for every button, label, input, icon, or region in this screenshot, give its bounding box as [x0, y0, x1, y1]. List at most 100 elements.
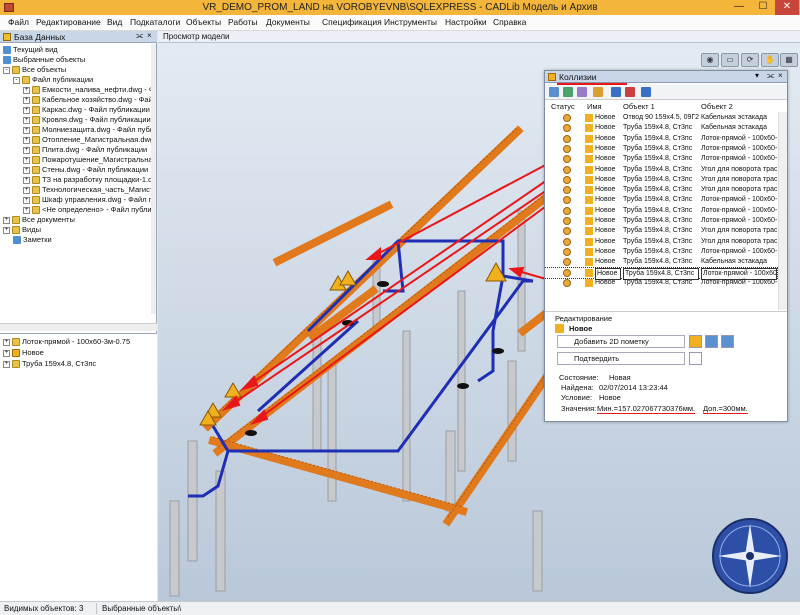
collision-row[interactable]: Новое Труба 159x4.8, Ст3пс Угол для поворо…	[545, 165, 777, 175]
close-button[interactable]: ✕	[775, 0, 799, 15]
tree-item[interactable]: - Все объекты	[3, 65, 66, 75]
expand-icon[interactable]: +	[3, 338, 10, 346]
tree-item[interactable]: + Емкости_налива_нефти.dwg - Фа	[23, 85, 152, 95]
expand-icon[interactable]: +	[23, 186, 30, 194]
expand-icon[interactable]: +	[3, 349, 10, 357]
expand-icon[interactable]: +	[23, 166, 30, 174]
add-2d-markup-dropdown[interactable]: Добавить 2D пометку	[557, 335, 685, 348]
expand-icon[interactable]: +	[3, 226, 10, 234]
confirm-dropdown[interactable]: Подтвердить	[557, 352, 685, 365]
comment-icon[interactable]	[689, 352, 702, 365]
collision-row[interactable]: Новое Труба 159x4.8, Ст3пс Угол для поворо…	[545, 226, 777, 236]
arrow-left-icon[interactable]	[611, 87, 621, 97]
menu-tools[interactable]: Инструменты	[384, 17, 437, 27]
table-scrollbar[interactable]	[778, 112, 787, 310]
new-check-icon[interactable]	[549, 87, 559, 97]
collision-row[interactable]: Новое Труба 159x4.8, Ст3пс Лоток-прямой - …	[545, 195, 777, 205]
expand-icon[interactable]: +	[23, 146, 30, 154]
collision-row[interactable]: Новое Труба 159x4.8, Ст3пс Лоток-прямой - …	[545, 266, 778, 280]
tree-item[interactable]: + Плита.dwg - Файл публикации	[23, 145, 147, 155]
tree-item[interactable]: Текущий вид	[3, 45, 58, 55]
collision-row[interactable]: Новое Труба 159x4.8, Ст3пс Лоток-прямой - …	[545, 206, 777, 216]
viewport-tab[interactable]: Просмотр модели	[158, 31, 800, 43]
column-object1[interactable]: Объект 1	[623, 102, 655, 111]
zoom-window-icon[interactable]: ▭	[721, 53, 739, 67]
chevron-down-icon[interactable]: ▾	[755, 71, 759, 80]
warning-markup-icon[interactable]	[689, 335, 702, 348]
maximize-button[interactable]: ☐	[751, 0, 775, 15]
collision-row[interactable]: Новое Труба 159x4.8, Ст3пс Угол для поворо…	[545, 237, 777, 247]
list-item[interactable]: + Труба 159x4.8, Ст3пс	[3, 359, 96, 369]
expand-icon[interactable]: +	[23, 156, 30, 164]
refresh-icon[interactable]	[563, 87, 573, 97]
collision-row[interactable]: Новое Труба 159x4.8, Ст3пс Лоток-прямой - …	[545, 144, 777, 154]
expand-icon[interactable]: +	[3, 216, 10, 224]
compass-icon[interactable]	[710, 516, 790, 596]
tree-item[interactable]: Заметки	[13, 235, 52, 245]
tree-item[interactable]: + Кровля.dwg - Файл публикации	[23, 115, 151, 125]
isolate-icon[interactable]	[721, 335, 734, 348]
tree-item[interactable]: + Виды	[3, 225, 41, 235]
list-item[interactable]: + Лоток-прямой - 100x60-3м-0.75	[3, 337, 130, 347]
expand-icon[interactable]: +	[23, 86, 30, 94]
menu-works[interactable]: Работы	[228, 17, 258, 27]
settings-icon[interactable]	[577, 87, 587, 97]
collapse-icon[interactable]: -	[13, 76, 20, 84]
tree-item[interactable]: + Шкаф управления.dwg - Файл пу	[23, 195, 152, 205]
edit-collision-name[interactable]: Новое	[569, 324, 592, 333]
pan-hand-icon[interactable]: ✋	[761, 53, 779, 67]
collision-row[interactable]: Новое Отвод 90 159x4.5, 09Г2С Кабельная эс…	[545, 113, 777, 123]
collision-row[interactable]: Новое Труба 159x4.8, Ст3пс Угол для поворо…	[545, 185, 777, 195]
collision-row[interactable]: Новое Труба 159x4.8, Ст3пс Лоток-прямой - …	[545, 134, 777, 144]
collision-row[interactable]: Новое Труба 159x4.8, Ст3пс Лоток-прямой - …	[545, 247, 777, 257]
expand-icon[interactable]: +	[23, 176, 30, 184]
collision-row[interactable]: Новое Труба 159x4.8, Ст3пс Кабельная эстак…	[545, 257, 777, 267]
tree-item[interactable]: + Пожаротушение_Магистральная	[23, 155, 152, 165]
column-object2[interactable]: Объект 2	[701, 102, 733, 111]
menu-subcatalogs[interactable]: Подкаталоги	[130, 17, 180, 27]
tree-item[interactable]: + ТЗ на разработку площадки-1.dw	[23, 175, 152, 185]
expand-icon[interactable]: +	[3, 360, 10, 368]
expand-icon[interactable]: +	[23, 116, 30, 124]
tree-item[interactable]: + Каркас.dwg - Файл публикации	[23, 105, 150, 115]
collision-row[interactable]: Новое Труба 159x4.8, Ст3пс Лоток-прямой - …	[545, 154, 777, 164]
column-status[interactable]: Статус	[551, 102, 575, 111]
collision-row[interactable]: Новое Труба 159x4.8, Ст3пс Лоток-прямой - …	[545, 216, 777, 226]
expand-icon[interactable]: +	[23, 106, 30, 114]
expand-icon[interactable]: +	[23, 136, 30, 144]
tree-item[interactable]: + Все документы	[3, 215, 75, 225]
menu-view[interactable]: Вид	[107, 17, 122, 27]
zoom-to-icon[interactable]	[705, 335, 718, 348]
menu-specification[interactable]: Спецификация	[322, 17, 382, 27]
minimize-button[interactable]: —	[727, 0, 751, 15]
expand-icon[interactable]: +	[23, 126, 30, 134]
menu-documents[interactable]: Документы	[266, 17, 310, 27]
arrow-right-icon[interactable]	[641, 87, 651, 97]
tree-item[interactable]: + Кабельное хозяйство.dwg - Файл	[23, 95, 152, 105]
collision-row[interactable]: Новое Труба 159x4.8, Ст3пс Кабельная эстак…	[545, 123, 777, 133]
tree-item[interactable]: + Стены.dwg - Файл публикации	[23, 165, 148, 175]
tree-item[interactable]: - Файл публикации	[13, 75, 93, 85]
report-icon[interactable]	[625, 87, 635, 97]
orbit-icon[interactable]: ⟳	[741, 53, 759, 67]
close-icon[interactable]: ×	[778, 71, 783, 80]
collision-row[interactable]: Новое Труба 159x4.8, Ст3пс Лоток-прямой - …	[545, 278, 777, 288]
close-icon[interactable]: ×	[147, 31, 152, 40]
menu-help[interactable]: Справка	[493, 17, 526, 27]
eye-icon[interactable]: ◉	[701, 53, 719, 67]
tree-item[interactable]: + Молниезащита.dwg - Файл публи	[23, 125, 152, 135]
tree-vertical-scrollbar[interactable]	[151, 44, 156, 314]
tree-item[interactable]: + <Не определено> - Файл публика	[23, 205, 152, 215]
select-icon[interactable]: ▦	[780, 53, 798, 67]
pin-icon[interactable]: ⫘	[767, 71, 774, 81]
pin-icon[interactable]: ⫘	[136, 31, 143, 41]
menu-file[interactable]: Файл	[8, 17, 29, 27]
expand-icon[interactable]: +	[23, 196, 30, 204]
expand-icon[interactable]: +	[23, 96, 30, 104]
tree-horizontal-scrollbar[interactable]	[0, 323, 157, 331]
menu-settings[interactable]: Настройки	[445, 17, 487, 27]
tree-item[interactable]: + Технологическая_часть_Магистр	[23, 185, 152, 195]
list-item[interactable]: + Новое	[3, 348, 44, 358]
tree-item[interactable]: + Отопление_Магистральная.dwg	[23, 135, 152, 145]
expand-icon[interactable]: +	[23, 206, 30, 214]
